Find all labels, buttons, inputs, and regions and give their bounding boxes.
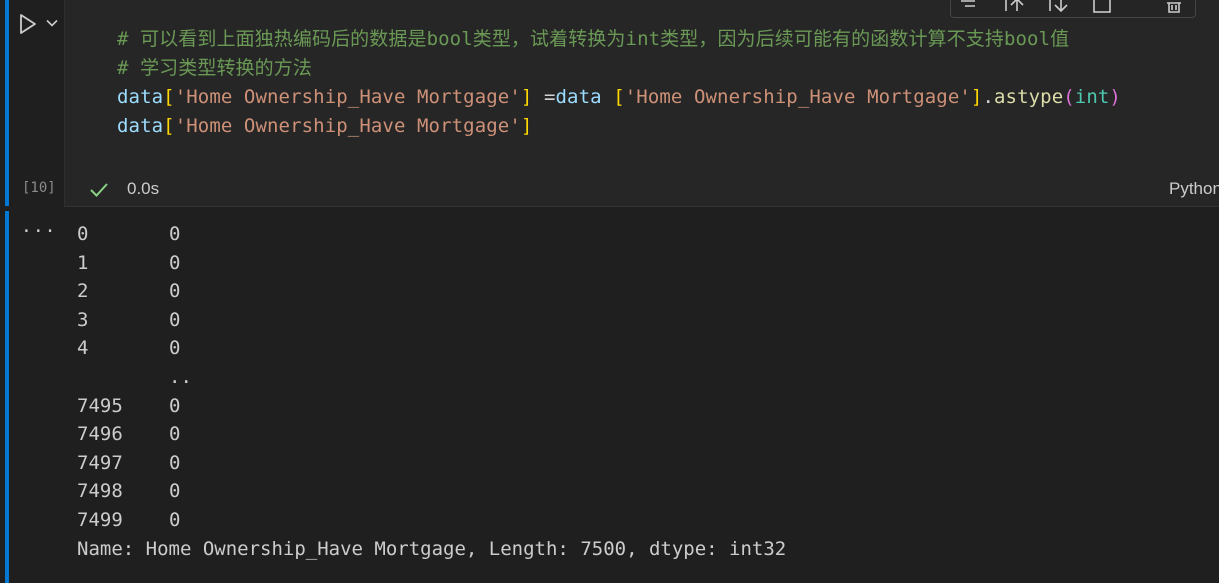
- code-line: # 学习类型转换的方法: [117, 54, 312, 83]
- editor-divider: [64, 206, 1219, 207]
- code-token: 'Home Ownership_Have Mortgage': [624, 86, 971, 108]
- code-token: [: [163, 86, 175, 108]
- code-token: # 可以看到上面独热编码后的数据是bool类型，试着转换为int类型，因为后续可…: [117, 28, 1070, 50]
- code-token: data: [555, 86, 602, 108]
- output-row-value: 0: [169, 509, 181, 531]
- code-token: [: [163, 115, 175, 137]
- output-row-value: 0: [169, 451, 181, 474]
- output-row-value: 0: [169, 423, 181, 446]
- execution-count: [10]: [22, 180, 56, 196]
- execution-time: 0.0s: [127, 179, 160, 198]
- split-cell-icon[interactable]: [1091, 0, 1113, 13]
- output-row-value: 0: [169, 251, 181, 274]
- check-icon: [90, 183, 108, 197]
- code-token: data: [117, 115, 164, 137]
- cell-focus-indicator: [5, 0, 9, 206]
- output-row-index: 7498: [77, 480, 123, 503]
- code-line: # 可以看到上面独热编码后的数据是bool类型，试着转换为int类型，因为后续可…: [117, 25, 1069, 54]
- chevron-down-icon[interactable]: [45, 16, 59, 30]
- code-token: (: [1063, 86, 1075, 108]
- output-row-index: 2: [77, 280, 89, 303]
- code-token: # 学习类型转换的方法: [117, 57, 312, 79]
- execute-above-icon[interactable]: [1003, 0, 1025, 13]
- output-row-value: ..: [169, 366, 192, 388]
- output-row-index: 7499: [77, 509, 123, 531]
- code-line: data['Home Ownership_Have Mortgage'] =da…: [117, 83, 1121, 112]
- run-cell-icon[interactable]: [17, 12, 39, 36]
- code-line: data['Home Ownership_Have Mortgage']: [117, 112, 532, 141]
- output-row-index: 0: [77, 223, 89, 245]
- code-token: [: [613, 86, 625, 108]
- execute-below-icon[interactable]: [1047, 0, 1069, 13]
- code-token: 'Home Ownership_Have Mortgage': [174, 86, 521, 108]
- output-row-value: 0: [169, 280, 181, 303]
- code-token: ): [1109, 86, 1121, 108]
- code-token: =: [532, 86, 556, 108]
- output-row-value: 0: [169, 337, 181, 360]
- output-row-index: 3: [77, 308, 89, 331]
- cell-language-indicator[interactable]: Python: [1169, 179, 1219, 199]
- run-by-line-icon[interactable]: [959, 0, 981, 13]
- code-token: astype: [994, 86, 1064, 108]
- output-focus-indicator: [5, 211, 9, 583]
- output-row-index: 7495: [77, 394, 123, 417]
- output-series-info: Name: Home Ownership_Have Mortgage, Leng…: [77, 537, 787, 560]
- output-row-value: 0: [169, 308, 181, 331]
- delete-cell-icon[interactable]: [1163, 0, 1185, 13]
- code-token: data: [117, 86, 164, 108]
- output-row-value: 0: [169, 223, 181, 245]
- code-token: ]: [520, 115, 533, 137]
- code-token: int: [1074, 86, 1110, 108]
- output-row-index: 7497: [77, 451, 123, 474]
- cell-toolbar: [950, 0, 1196, 18]
- output-row-value: 0: [169, 394, 181, 417]
- code-token: 'Home Ownership_Have Mortgage': [174, 115, 521, 137]
- output-more-actions[interactable]: ···: [21, 221, 57, 242]
- output-row-index: 7496: [77, 423, 123, 446]
- output-row-index: 1: [77, 251, 89, 274]
- code-token: .: [982, 86, 995, 108]
- code-token: ]: [520, 86, 533, 108]
- code-token: ]: [970, 86, 983, 108]
- output-row-index: 4: [77, 337, 89, 360]
- output-row-value: 0: [169, 480, 181, 503]
